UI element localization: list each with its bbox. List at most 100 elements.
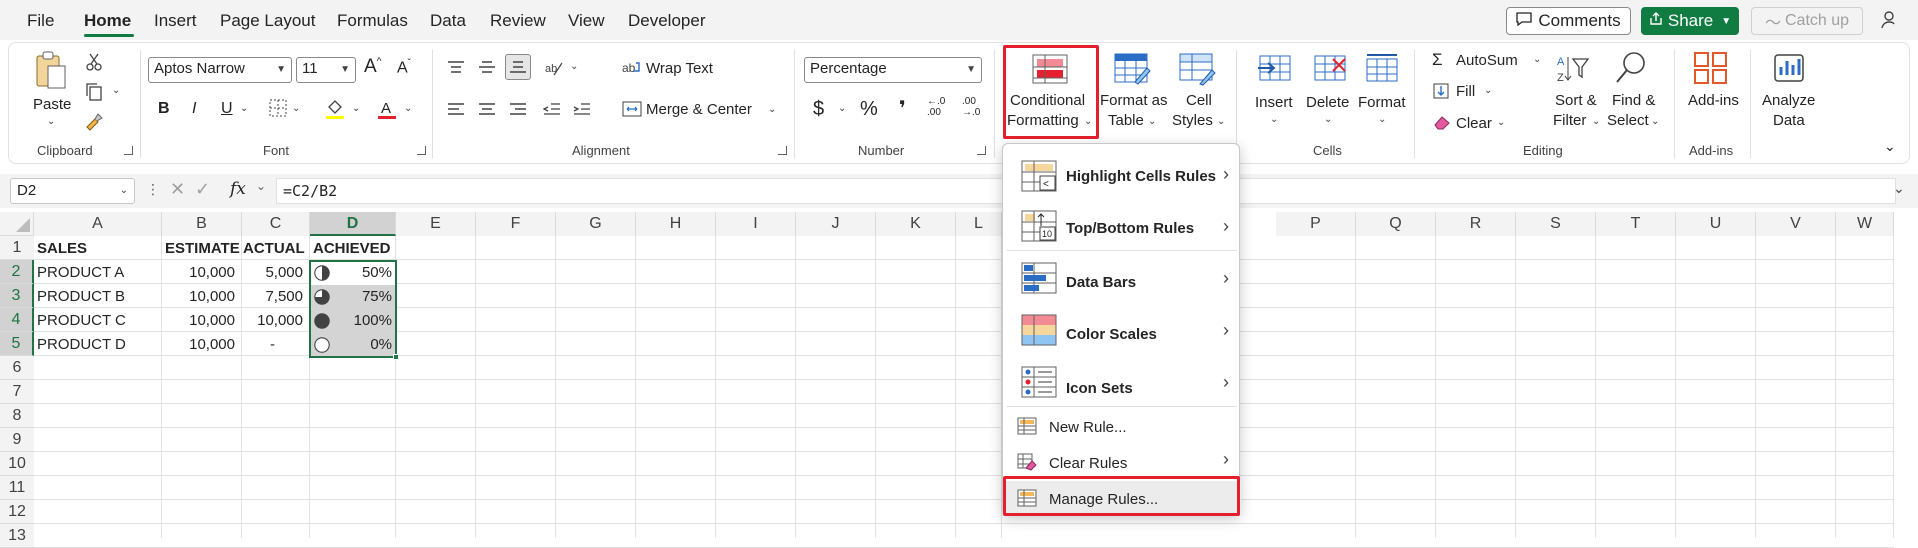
font-name-select[interactable]: Aptos Narrow ▼ xyxy=(148,57,292,83)
fill-icon[interactable] xyxy=(1432,82,1450,100)
cell-estimate[interactable]: 10,000 xyxy=(162,261,235,285)
cell-estimate[interactable]: 10,000 xyxy=(162,333,235,357)
column-header-a[interactable]: A xyxy=(34,212,162,236)
autosum-icon[interactable]: Σ xyxy=(1432,50,1443,70)
percent-format-icon[interactable]: % xyxy=(860,98,878,121)
column-header-p[interactable]: P xyxy=(1276,212,1356,236)
bold-icon[interactable]: B xyxy=(158,100,170,118)
align-middle-icon[interactable] xyxy=(477,58,497,76)
underline-dropdown-icon[interactable]: ⌄ xyxy=(240,103,248,114)
wrap-text-icon[interactable]: ab xyxy=(621,58,643,78)
menu-item-color-scales[interactable]: Color Scales › xyxy=(1003,306,1241,356)
orientation-icon[interactable]: ab xyxy=(543,56,565,78)
analyze-data-icon[interactable] xyxy=(1770,50,1808,86)
add-ins-label[interactable]: Add-ins xyxy=(1688,92,1739,109)
increase-font-size-icon[interactable]: A^ xyxy=(364,56,381,78)
align-left-icon[interactable] xyxy=(446,100,466,118)
comments-button[interactable]: Comments xyxy=(1506,7,1631,35)
merge-dropdown-icon[interactable]: ⌄ xyxy=(768,104,776,115)
column-header-h[interactable]: H xyxy=(636,212,716,236)
fill-handle[interactable] xyxy=(393,354,399,360)
delete-label[interactable]: Delete xyxy=(1306,94,1349,111)
chevron-down-icon[interactable]: ⌄ xyxy=(256,179,266,193)
cell-actual[interactable]: 5,000 xyxy=(242,261,303,285)
eraser-icon[interactable] xyxy=(1432,113,1452,131)
font-color-dropdown-icon[interactable]: ⌄ xyxy=(404,103,412,114)
column-header-t[interactable]: T xyxy=(1596,212,1676,236)
more-options-icon[interactable]: ⋮ xyxy=(146,181,160,198)
chevron-down-icon[interactable]: ⌄ xyxy=(1148,116,1156,127)
column-header-k[interactable]: K xyxy=(876,212,956,236)
tab-view[interactable]: View xyxy=(568,11,605,31)
column-header-s[interactable]: S xyxy=(1516,212,1596,236)
paste-label[interactable]: Paste xyxy=(33,96,71,113)
font-launcher-icon[interactable] xyxy=(417,146,426,155)
chevron-down-icon[interactable]: ⌄ xyxy=(1270,114,1278,125)
menu-item-data-bars[interactable]: Data Bars › xyxy=(1003,254,1241,304)
column-header-i[interactable]: I xyxy=(716,212,796,236)
cell-estimate[interactable]: 10,000 xyxy=(162,285,235,309)
tab-file[interactable]: File xyxy=(27,11,54,31)
column-header-r[interactable]: R xyxy=(1436,212,1516,236)
cell-achieved[interactable]: 50% xyxy=(330,261,392,285)
chevron-down-icon[interactable]: ⌄ xyxy=(1217,116,1225,127)
underline-icon[interactable]: U xyxy=(221,100,233,118)
find-select-label-2[interactable]: Select xyxy=(1607,112,1649,129)
column-header-d[interactable]: D xyxy=(310,212,396,236)
column-header-g[interactable]: G xyxy=(556,212,636,236)
row-header-13[interactable]: 13 xyxy=(0,524,34,548)
decrease-decimal-icon[interactable]: .00 →.0 xyxy=(962,96,980,118)
chevron-down-icon[interactable]: ⌄ xyxy=(1651,116,1659,127)
cell-styles-icon[interactable] xyxy=(1177,52,1217,86)
merge-center-icon[interactable] xyxy=(621,99,643,119)
chevron-down-icon[interactable]: ⌄ xyxy=(1592,116,1600,127)
cell-actual[interactable]: - xyxy=(242,333,303,357)
column-header-v[interactable]: V xyxy=(1756,212,1836,236)
column-header-f[interactable]: F xyxy=(476,212,556,236)
tab-insert[interactable]: Insert xyxy=(154,11,197,31)
row-header-4[interactable]: 4 xyxy=(0,308,34,332)
menu-item-top-bottom-rules[interactable]: 10 Top/Bottom Rules › xyxy=(1003,202,1241,252)
cell-sales[interactable]: PRODUCT D xyxy=(37,333,159,357)
row-header-3[interactable]: 3 xyxy=(0,284,34,308)
comma-style-icon[interactable]: ❜ xyxy=(899,96,906,121)
copy-icon[interactable] xyxy=(82,81,106,103)
currency-format-icon[interactable]: $ xyxy=(813,98,824,121)
column-header-e[interactable]: E xyxy=(396,212,476,236)
chevron-down-icon[interactable]: ⌄ xyxy=(1497,117,1505,128)
menu-item-icon-sets[interactable]: Icon Sets › xyxy=(1003,358,1241,408)
decrease-font-size-icon[interactable]: Aˇ xyxy=(397,58,411,77)
column-header-l[interactable]: L xyxy=(956,212,1002,236)
header-cell-actual[interactable]: ACTUAL xyxy=(243,237,305,261)
row-header-1[interactable]: 1 xyxy=(0,236,34,260)
decrease-indent-icon[interactable] xyxy=(542,100,562,118)
column-header-u[interactable]: U xyxy=(1676,212,1756,236)
fill-label[interactable]: Fill xyxy=(1456,83,1475,100)
column-header-j[interactable]: J xyxy=(796,212,876,236)
row-header-2[interactable]: 2 xyxy=(0,260,34,284)
confirm-entry-icon[interactable]: ✓ xyxy=(195,179,210,200)
menu-item-highlight-cells-rules[interactable]: < Highlight Cells Rules › xyxy=(1003,150,1241,200)
row-header-11[interactable]: 11 xyxy=(0,476,34,500)
tab-developer[interactable]: Developer xyxy=(628,11,706,31)
font-color-icon[interactable]: A xyxy=(376,97,398,121)
italic-icon[interactable]: I xyxy=(192,100,196,118)
analyze-data-label-2[interactable]: Data xyxy=(1773,112,1805,129)
number-launcher-icon[interactable] xyxy=(977,146,986,155)
cell-achieved[interactable]: 0% xyxy=(330,333,392,357)
tab-home[interactable]: Home xyxy=(84,11,131,31)
align-center-icon[interactable] xyxy=(477,100,497,118)
align-right-icon[interactable] xyxy=(508,100,528,118)
autosum-label[interactable]: AutoSum xyxy=(1456,52,1518,69)
menu-item-clear-rules[interactable]: Clear Rules › xyxy=(1003,445,1241,479)
alignment-launcher-icon[interactable] xyxy=(778,146,787,155)
find-select-icon[interactable] xyxy=(1614,50,1648,86)
row-header-9[interactable]: 9 xyxy=(0,428,34,452)
row-header-5[interactable]: 5 xyxy=(0,332,34,356)
copy-dropdown-icon[interactable]: ⌄ xyxy=(112,85,120,96)
header-cell-achieved[interactable]: ACHIEVED xyxy=(313,237,391,261)
increase-indent-icon[interactable] xyxy=(572,100,592,118)
menu-item-new-rule[interactable]: New Rule... xyxy=(1003,409,1241,443)
chevron-down-icon[interactable]: ⌄ xyxy=(1378,114,1386,125)
orientation-dropdown-icon[interactable]: ⌄ xyxy=(570,61,578,72)
